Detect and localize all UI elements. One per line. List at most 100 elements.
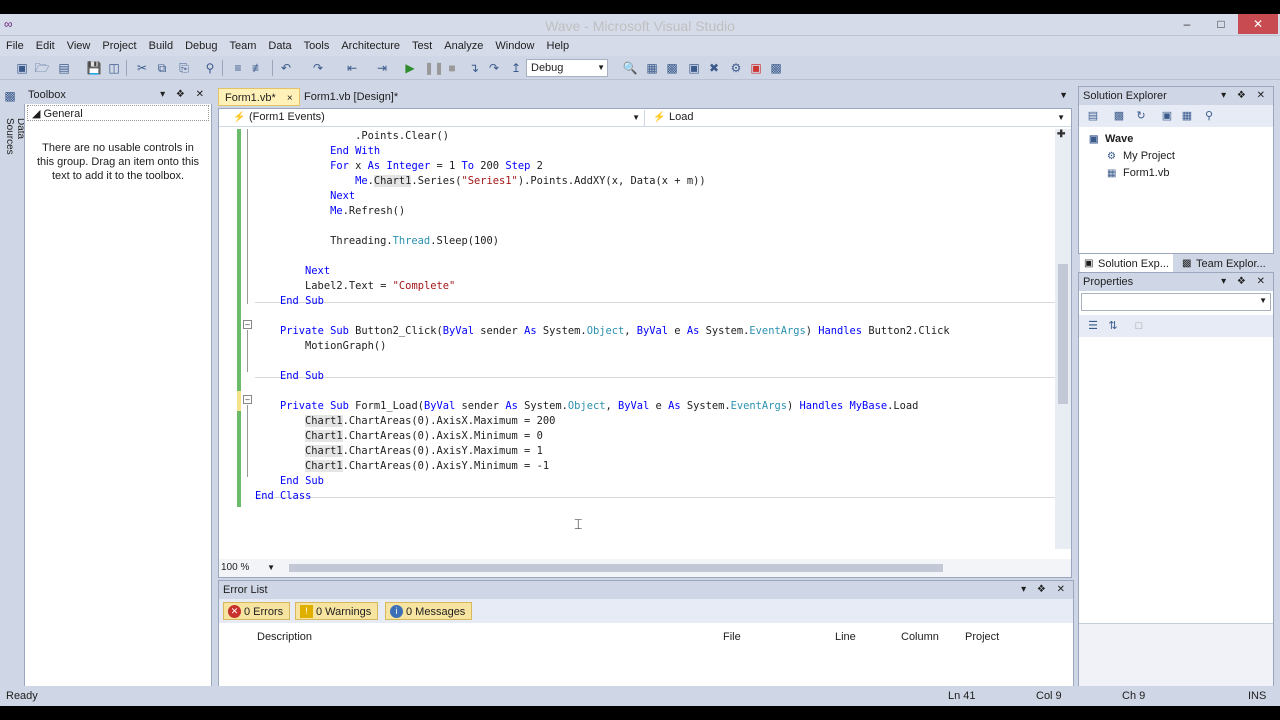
tab-list-dropdown-icon[interactable]: ▼ xyxy=(1059,90,1068,100)
maximize-button[interactable]: □ xyxy=(1204,14,1238,34)
toolbar-overflow-icon[interactable]: ▩ xyxy=(768,60,784,76)
menu-file[interactable]: File xyxy=(0,36,30,56)
code-text-area[interactable]: – – .Points.Clear() End With For x As In… xyxy=(219,129,1057,549)
code-line[interactable]: End With xyxy=(255,144,380,159)
code-line[interactable]: For x As Integer = 1 To 200 Step 2 xyxy=(255,159,543,174)
column-header-project[interactable]: Project xyxy=(965,631,999,643)
code-line[interactable]: Chart1.ChartAreas(0).AxisX.Minimum = 0 xyxy=(255,429,543,444)
column-header-file[interactable]: File xyxy=(723,631,741,643)
code-line[interactable]: End Sub xyxy=(255,369,324,384)
tab-form1-vb[interactable]: Form1.vb* × xyxy=(218,88,300,106)
code-line[interactable]: Private Sub Form1_Load(ByVal sender As S… xyxy=(255,399,918,414)
close-tab-icon[interactable]: × xyxy=(287,93,293,104)
show-all-files-icon[interactable]: ▩ xyxy=(1111,108,1127,124)
solution-explorer-icon[interactable]: ▦ xyxy=(644,60,660,76)
code-line[interactable]: MotionGraph() xyxy=(255,339,386,354)
tab-form1-design[interactable]: Form1.vb [Design]* xyxy=(298,88,404,106)
code-line[interactable]: End Class xyxy=(255,489,311,504)
menu-project[interactable]: Project xyxy=(96,36,142,56)
object-browser-icon[interactable]: ▣ xyxy=(686,60,702,76)
comment-icon[interactable]: ≡ xyxy=(230,60,246,76)
cut-icon[interactable]: ✂ xyxy=(134,60,150,76)
menu-window[interactable]: Window xyxy=(489,36,540,56)
undo-icon[interactable]: ↶ xyxy=(278,60,294,76)
messages-filter-button[interactable]: i 0 Messages xyxy=(385,602,473,620)
tree-item-solution[interactable]: ▣ Wave xyxy=(1089,131,1133,148)
navigate-forward-icon[interactable]: ⇥ xyxy=(374,60,390,76)
step-over-icon[interactable]: ↷ xyxy=(486,60,502,76)
close-button[interactable]: ✕ xyxy=(1238,14,1278,34)
code-line[interactable]: Next xyxy=(255,264,330,279)
object-select[interactable]: ▼ xyxy=(1081,293,1271,311)
view-code-icon[interactable]: ▣ xyxy=(1159,108,1175,124)
code-line[interactable]: Chart1.ChartAreas(0).AxisY.Maximum = 1 xyxy=(255,444,543,459)
code-line[interactable]: Next xyxy=(255,189,355,204)
column-header-description[interactable]: Description xyxy=(257,631,312,643)
open-file-icon[interactable]: 🗁 xyxy=(34,60,50,76)
errors-filter-button[interactable]: ✕ 0 Errors xyxy=(223,602,291,620)
vertical-scroll-thumb[interactable] xyxy=(1058,264,1068,404)
data-sources-side-tab[interactable]: ▩ Data Sources xyxy=(0,88,26,178)
vertical-scrollbar[interactable]: ✚ xyxy=(1055,129,1071,549)
save-all-icon[interactable]: ◫ xyxy=(106,60,122,76)
copy-icon[interactable]: ⧉ xyxy=(154,60,170,76)
solution-configuration-select[interactable]: Debug ▼ xyxy=(526,59,608,77)
menu-debug[interactable]: Debug xyxy=(179,36,223,56)
minimize-button[interactable]: – xyxy=(1170,14,1204,34)
menu-edit[interactable]: Edit xyxy=(30,36,61,56)
toolbox-group-general[interactable]: ◢ General xyxy=(27,105,209,121)
code-line[interactable]: Threading.Thread.Sleep(100) xyxy=(255,234,499,249)
code-line[interactable]: End Sub xyxy=(255,474,324,489)
toolbox-icon[interactable]: ✖ xyxy=(706,60,722,76)
start-page-icon[interactable]: ⚙ xyxy=(728,60,744,76)
uncomment-icon[interactable]: ≢ xyxy=(250,60,266,76)
menu-architecture[interactable]: Architecture xyxy=(335,36,406,56)
code-line[interactable]: Chart1.ChartAreas(0).AxisX.Maximum = 200 xyxy=(255,414,555,429)
code-line[interactable]: Label2.Text = "Complete" xyxy=(255,279,455,294)
menu-build[interactable]: Build xyxy=(143,36,179,56)
split-editor-icon[interactable]: ✚ xyxy=(1057,129,1065,140)
zoom-select[interactable]: 100 % ▼ xyxy=(221,561,277,575)
tab-solution-explorer[interactable]: ▣ Solution Exp... xyxy=(1080,254,1173,274)
column-header-line[interactable]: Line xyxy=(835,631,856,643)
extension-manager-icon[interactable]: ▣ xyxy=(748,60,764,76)
menu-analyze[interactable]: Analyze xyxy=(438,36,489,56)
navigate-back-icon[interactable]: ⇤ xyxy=(344,60,360,76)
properties-window-icon[interactable]: ▩ xyxy=(664,60,680,76)
code-line[interactable]: Private Sub Button2_Click(ByVal sender A… xyxy=(255,324,950,339)
save-icon[interactable]: 💾 xyxy=(86,60,102,76)
method-name-dropdown[interactable]: ⚡ Load ▼ xyxy=(647,110,1069,126)
collapse-region-icon[interactable]: – xyxy=(243,320,252,329)
step-into-icon[interactable]: ↴ xyxy=(466,60,482,76)
warnings-filter-button[interactable]: ! 0 Warnings xyxy=(295,602,379,620)
column-header-column[interactable]: Column xyxy=(901,631,939,643)
categorized-icon[interactable]: ☰ xyxy=(1085,318,1101,334)
find-icon[interactable]: ⚲ xyxy=(202,60,218,76)
class-name-dropdown[interactable]: ⚡ (Form1 Events) ▼ xyxy=(227,110,645,126)
pin-icon[interactable]: ▾ ❖ ✕ xyxy=(1221,273,1269,291)
menu-data[interactable]: Data xyxy=(262,36,297,56)
code-line[interactable]: Chart1.ChartAreas(0).AxisY.Minimum = -1 xyxy=(255,459,549,474)
property-pages-icon[interactable]: □ xyxy=(1131,318,1147,334)
properties-icon[interactable]: ▤ xyxy=(1085,108,1101,124)
refresh-icon[interactable]: ↻ xyxy=(1133,108,1149,124)
menu-help[interactable]: Help xyxy=(541,36,576,56)
collapse-region-icon[interactable]: – xyxy=(243,395,252,404)
menu-view[interactable]: View xyxy=(61,36,97,56)
code-line[interactable]: .Points.Clear() xyxy=(255,129,449,144)
horizontal-scroll-thumb[interactable] xyxy=(289,564,943,572)
paste-icon[interactable]: ⎘ xyxy=(176,60,192,76)
class-diagram-icon[interactable]: ⚲ xyxy=(1201,108,1217,124)
pause-icon[interactable]: ❚❚ xyxy=(424,60,444,76)
start-debugging-icon[interactable]: ▶ xyxy=(402,60,418,76)
tree-item-form1[interactable]: ▦ Form1.vb xyxy=(1107,165,1169,182)
tab-team-explorer[interactable]: ▩ Team Explor... xyxy=(1178,254,1270,274)
tree-item-my-project[interactable]: ⚙ My Project xyxy=(1107,148,1175,165)
add-item-icon[interactable]: ▤ xyxy=(56,60,72,76)
code-line[interactable]: Me.Refresh() xyxy=(255,204,405,219)
step-out-icon[interactable]: ↥ xyxy=(508,60,524,76)
stop-icon[interactable]: ■ xyxy=(444,60,460,76)
code-line[interactable]: Me.Chart1.Series("Series1").Points.AddXY… xyxy=(255,174,706,189)
code-line[interactable]: End Sub xyxy=(255,294,324,309)
menu-team[interactable]: Team xyxy=(224,36,263,56)
